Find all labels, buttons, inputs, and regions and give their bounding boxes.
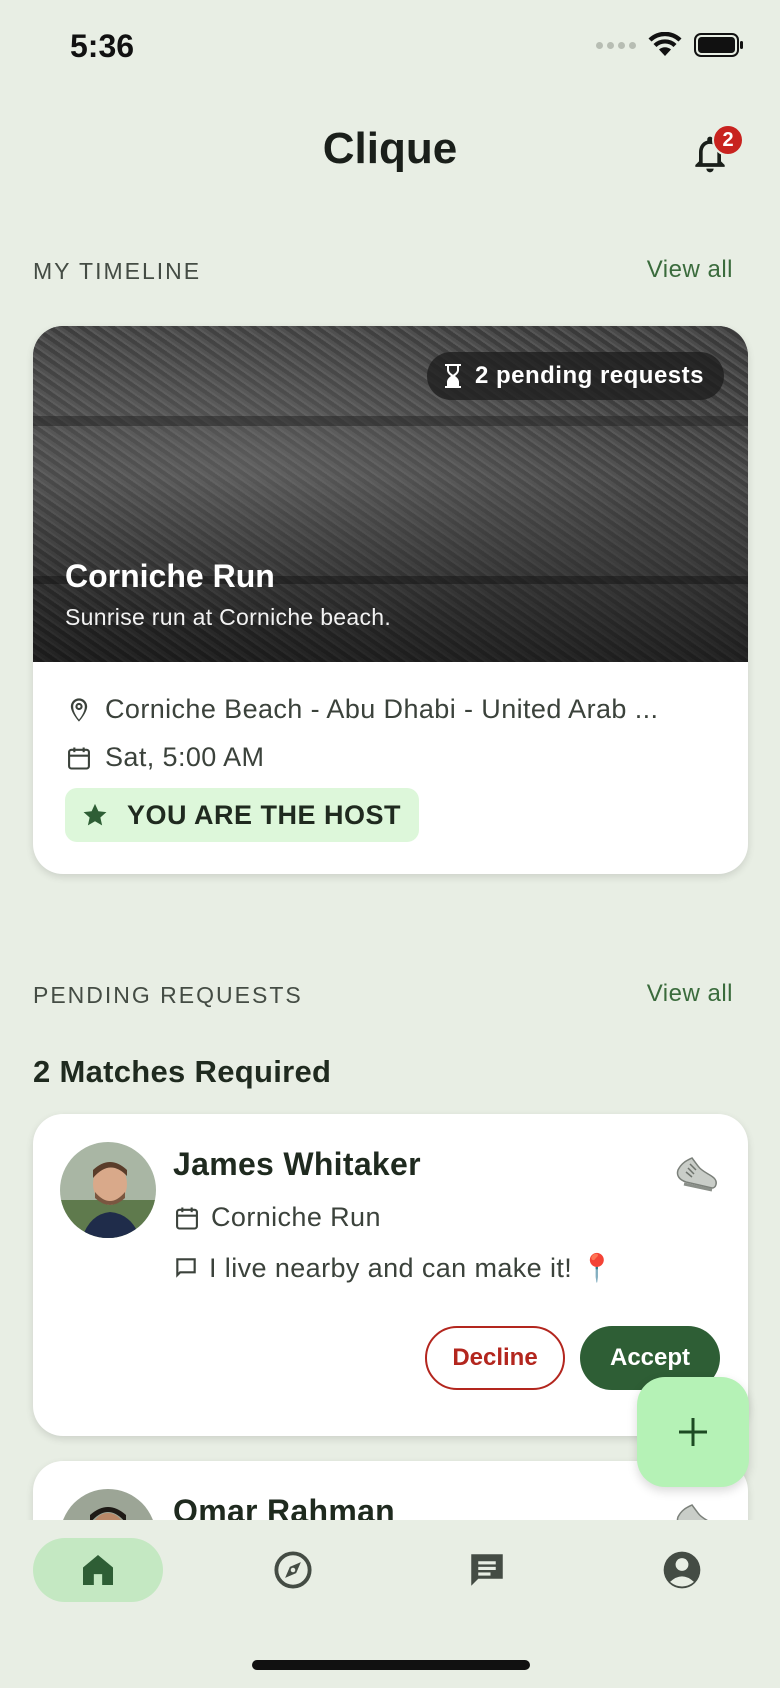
request-event-row: Corniche Run (173, 1202, 381, 1233)
location-pin-icon (70, 697, 88, 722)
message-icon (176, 1258, 196, 1278)
nav-home[interactable] (33, 1538, 163, 1602)
matches-title: 2 Matches Required (33, 1054, 332, 1089)
pending-view-all-link[interactable]: View all (647, 980, 733, 1008)
request-message: I live nearby and can make it! 📍 (209, 1253, 615, 1283)
avatar-photo (60, 1489, 156, 1520)
timeline-view-all-link[interactable]: View all (647, 256, 733, 284)
request-event-name: Corniche Run (211, 1202, 381, 1232)
sneaker-icon (676, 1504, 708, 1520)
app-header: Clique 2 (0, 110, 780, 190)
avatar (60, 1142, 156, 1238)
sneaker-icon (676, 1157, 717, 1192)
nav-messages[interactable] (422, 1538, 552, 1602)
notifications-button[interactable]: 2 (688, 124, 744, 180)
app-title: Clique (322, 124, 458, 173)
status-icons (596, 32, 744, 58)
pending-requests-label: 2 pending requests (474, 362, 704, 389)
requester-name: James Whitaker (173, 1146, 421, 1182)
pending-section-title: PENDING REQUESTS (33, 982, 303, 1008)
create-event-fab[interactable] (637, 1377, 749, 1487)
event-datetime: Sat, 5:00 AM (105, 742, 265, 772)
compass-icon (274, 1551, 312, 1589)
event-datetime-row: Sat, 5:00 AM (65, 742, 264, 773)
event-title: Corniche Run (65, 558, 275, 594)
pending-requests-chip[interactable]: 2 pending requests (426, 352, 724, 400)
nav-profile[interactable] (617, 1538, 747, 1602)
host-badge-label: YOU ARE THE HOST (127, 799, 402, 830)
account-icon (663, 1551, 701, 1589)
notification-badge: 2 (712, 124, 744, 156)
host-badge: YOU ARE THE HOST (65, 788, 420, 842)
battery-icon (694, 33, 743, 57)
decline-button[interactable]: Decline (425, 1326, 565, 1390)
status-bar: 5:36 (0, 0, 780, 100)
home-indicator (252, 1660, 530, 1670)
event-subtitle: Sunrise run at Corniche beach. (65, 604, 392, 630)
home-icon (83, 1555, 113, 1585)
calendar-icon (68, 747, 90, 770)
wifi-icon (648, 32, 682, 56)
avatar-photo (60, 1142, 156, 1238)
timeline-section-title: MY TIMELINE (33, 258, 202, 284)
request-message-row: I live nearby and can make it! 📍 (173, 1252, 614, 1284)
avatar (60, 1489, 156, 1520)
event-location: Corniche Beach - Abu Dhabi - United Arab… (105, 694, 659, 724)
request-card[interactable]: James Whitaker Corniche Run I live nearb… (33, 1114, 748, 1436)
cellular-signal-icon (596, 41, 636, 49)
event-card[interactable]: 2 pending requests Corniche Run Sunrise … (33, 326, 748, 874)
timeline-section-header: MY TIMELINE View all (33, 250, 733, 290)
chat-icon (471, 1554, 503, 1586)
plus-icon (679, 1418, 707, 1446)
star-icon (83, 803, 107, 826)
hourglass-icon (444, 364, 461, 388)
status-time: 5:36 (70, 28, 135, 64)
requester-name: Omar Rahman (173, 1493, 396, 1520)
pending-section-header: PENDING REQUESTS View all (33, 974, 733, 1014)
nav-explore[interactable] (228, 1538, 358, 1602)
calendar-icon (176, 1207, 198, 1230)
event-location-row: Corniche Beach - Abu Dhabi - United Arab… (65, 694, 658, 725)
